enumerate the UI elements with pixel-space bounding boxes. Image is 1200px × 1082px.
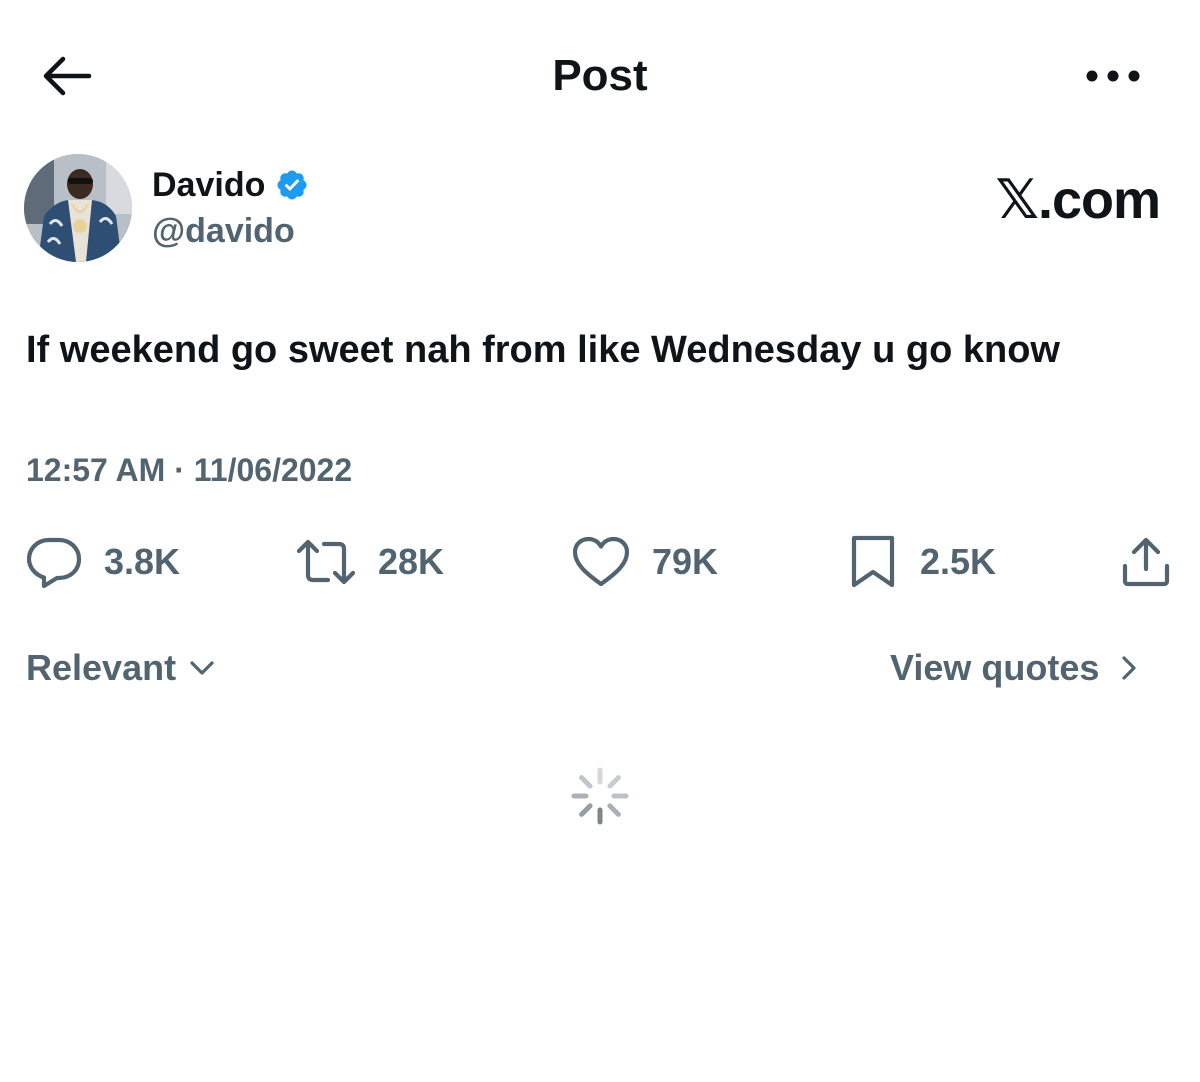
share-button[interactable] bbox=[1120, 530, 1172, 594]
verified-badge-icon bbox=[275, 168, 309, 202]
avatar-photo bbox=[24, 154, 132, 262]
x-watermark: 𝕏.com bbox=[995, 170, 1161, 230]
bookmark-count: 2.5K bbox=[920, 541, 997, 582]
page-title: Post bbox=[552, 51, 648, 100]
view-quotes-link[interactable]: View quotes bbox=[890, 646, 1147, 690]
reply-button[interactable]: 3.8K bbox=[26, 530, 180, 594]
repost-icon bbox=[296, 539, 356, 585]
post-text: If weekend go sweet nah from like Wednes… bbox=[26, 329, 1060, 371]
reply-icon bbox=[26, 537, 82, 588]
more-dots-icon bbox=[1086, 70, 1140, 82]
author-handle[interactable]: @davido bbox=[152, 210, 295, 252]
sort-dropdown[interactable]: Relevant bbox=[26, 646, 220, 690]
post-timestamp: 12:57 AM · 11/06/2022 bbox=[26, 450, 352, 490]
chevron-down-icon bbox=[190, 661, 214, 675]
heart-icon bbox=[572, 536, 630, 587]
repost-button[interactable]: 28K bbox=[296, 530, 444, 594]
timestamp-separator: · bbox=[174, 452, 185, 488]
author-display-name: Davido bbox=[152, 166, 266, 204]
like-count: 79K bbox=[652, 541, 719, 582]
repost-count: 28K bbox=[378, 541, 445, 582]
post-time[interactable]: 12:57 AM bbox=[26, 452, 165, 488]
like-button[interactable]: 79K bbox=[572, 530, 718, 594]
loading-spinner-icon bbox=[568, 764, 632, 828]
bookmark-button[interactable]: 2.5K bbox=[848, 530, 996, 594]
bookmark-icon bbox=[851, 535, 895, 588]
chevron-right-icon bbox=[1122, 656, 1136, 680]
author-name-row[interactable]: Davido bbox=[152, 164, 309, 206]
more-options-button[interactable] bbox=[1078, 52, 1148, 100]
avatar[interactable] bbox=[24, 154, 132, 262]
share-icon bbox=[1122, 537, 1170, 587]
view-quotes-label: View quotes bbox=[890, 647, 1100, 688]
sort-label: Relevant bbox=[26, 647, 177, 688]
post-date[interactable]: 11/06/2022 bbox=[194, 452, 352, 488]
reply-count: 3.8K bbox=[104, 541, 181, 582]
